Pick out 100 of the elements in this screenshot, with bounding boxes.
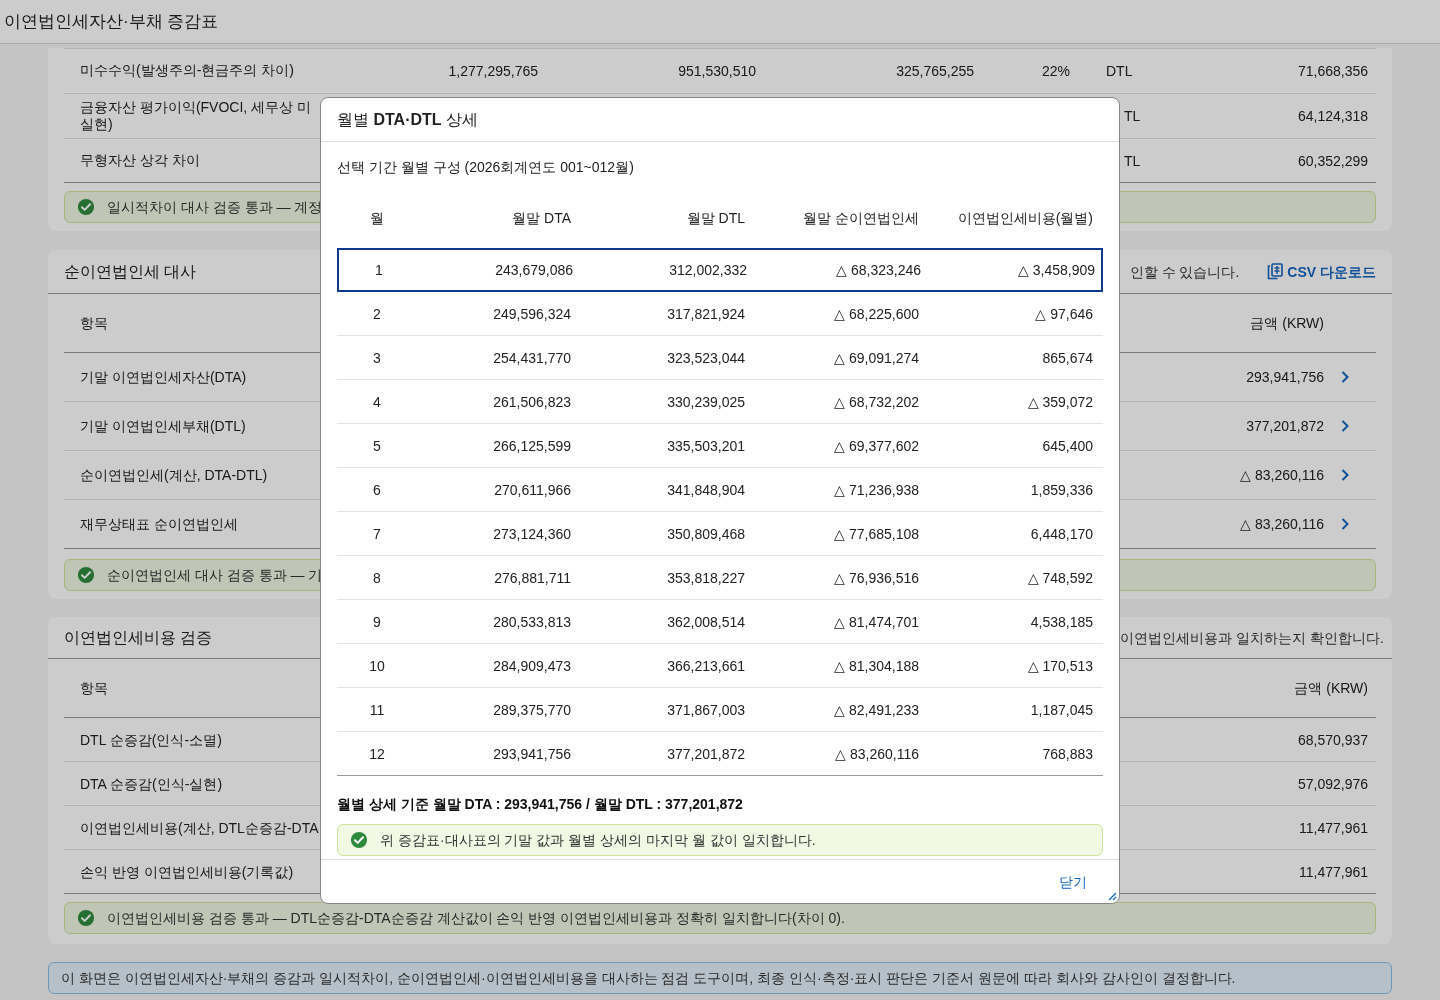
table-cell-text: △ 82,491,233 [833,700,920,720]
table-row[interactable]: 9 280,533,813 362,008,514 △ 81,474,701 4,538,185 [337,600,1103,644]
table-cell-text: 366,213,661 [666,656,746,676]
table-row[interactable]: 1 243,679,086 312,002,332 △ 68,323,246 △ 3,458,909 [337,248,1103,292]
table-cell: 71,668,356 [1297,63,1368,79]
table-cell-text: 57,092,976 [1297,774,1369,794]
table-row[interactable]: 8 276,881,711 353,818,227 △ 76,936,516 △ 748,592 [337,556,1103,600]
check-circle-icon [77,198,95,216]
table-cell-text: 3 [372,348,382,368]
table-cell-text: 261,506,823 [492,392,572,412]
table-cell-text: 순이연법인세(계산, DTA-DTL) [80,466,268,485]
section-note: 이연법인세비용과 일치하는지 확인합니다. [1120,628,1384,648]
table-cell-text: △ 68,732,202 [833,392,920,412]
table-row[interactable]: 4 261,506,823 330,239,025 △ 68,732,202 △ 359,072 [337,380,1103,424]
table-row[interactable]: 10 284,909,473 366,213,661 △ 81,304,188 △ 170,513 [337,644,1103,688]
table-cell-text: 377,201,872 [666,744,746,764]
table-cell-text: 4,538,185 [1029,612,1094,632]
check-circle-icon [350,831,368,849]
column-header: 금액 (KRW) [1250,314,1325,333]
table-cell-text: △ 170,513 [1026,656,1094,676]
table-cell: 22% [1041,63,1070,79]
table-cell-text: 무형자산 상각 차이 [79,151,201,170]
table-cell: TL [1124,152,1141,169]
table-row[interactable]: 3 254,431,770 323,523,044 △ 69,091,274 865,674 [337,336,1103,380]
table-cell-text: △ 77,685,108 [833,524,920,544]
table-cell-text: △ 81,304,188 [833,656,920,676]
table-cell-text: 289,375,770 [492,700,572,720]
table-cell-text: 기말 이연법인세자산(DTA) [80,368,247,387]
table-row[interactable]: 12 293,941,756 377,201,872 △ 83,260,116 768,883 [337,732,1103,776]
chevron-right-icon[interactable] [1340,370,1350,384]
table-cell-text: 4 [372,392,382,412]
table-cell-text: △ 83,260,116 [1240,466,1325,485]
column-header: 이연법인세비용(월별) [956,209,1094,228]
table-cell-text: 293,941,756 [492,744,572,764]
table-cell-text: 293,941,756 [1246,368,1325,387]
table-cell-text: 6 [372,480,382,500]
section-title: 이연법인세비용 검증 [64,627,213,648]
table-cell: 1,277,295,765 [448,63,538,79]
table-cell-text: 768,883 [1041,744,1094,764]
table-cell-text: 335,503,201 [666,436,746,456]
chevron-right-icon[interactable] [1340,517,1350,531]
resize-grip-icon[interactable] [1107,891,1117,901]
table-cell: 60,352,299 [1297,152,1368,169]
table-cell-text: DTL 순증감(인식-소멸) [79,730,222,750]
table-cell-text: 재무상태표 순이연법인세 [80,515,238,534]
chevron-right-icon[interactable] [1340,468,1350,482]
table-cell-text: 9 [372,612,382,632]
table-cell-text: 1 [374,261,384,280]
table-cell-text: 11,477,961 [1298,818,1369,838]
table-cell-text: 377,201,872 [1246,417,1325,436]
column-header: 월말 순이연법인세 [802,209,920,228]
banner-text: 이연법인세비용 검증 통과 — DTL순증감-DTA순증감 계산값이 손익 반영 이연법인세비용과 정확히 일치합니다(차이 0). [107,909,845,928]
table-row[interactable]: 11 289,375,770 371,867,003 △ 82,491,233 1,187,045 [337,688,1103,732]
table-cell-text: △ 83,260,116 [1240,515,1325,534]
table-cell-text: △ 69,091,274 [833,348,920,368]
csv-download-button[interactable]: CSV 다운로드 [1267,261,1376,282]
page-title: 이연법인세자산·부채 증감표 [4,10,219,33]
banner-text: 순이연법인세 대사 검증 통과 — 기 [107,566,323,585]
table-cell-text: △ 83,260,116 [834,744,920,764]
table-cell-text: 1,859,336 [1029,480,1094,500]
table-cell-text: △ 71,236,938 [833,480,920,500]
table-cell-text: 371,867,003 [666,700,746,720]
close-button[interactable]: 닫기 [1059,871,1087,892]
table-cell-text: 기말 이연법인세부채(DTL) [80,417,246,436]
column-header: 월말 DTL [685,209,746,228]
table-cell-text: 이연법인세비용(계산, DTL순증감-DTA [79,818,319,838]
table-cell-text: 249,596,324 [492,304,572,324]
table-cell-text: 8 [372,568,382,588]
table-cell-text: 5 [372,436,382,456]
table-cell-text: 323,523,044 [666,348,746,368]
section-title: 순이연법인세 대사 [64,261,197,282]
dialog-subtitle: 선택 기간 월별 구성 (2026회계연도 001~012월) [337,158,634,177]
chevron-right-icon[interactable] [1340,419,1350,433]
table-cell-text: △ 69,377,602 [833,436,920,456]
table-cell-text: 362,008,514 [666,612,746,632]
table-cell-text: △ 68,225,600 [833,304,920,324]
table-row[interactable]: 7 273,124,360 350,809,468 △ 77,685,108 6,448,170 [337,512,1103,556]
check-circle-icon [77,566,95,584]
table-cell-text: △ 748,592 [1026,568,1094,588]
table-cell-text: 손익 반영 이연법인세비용(기록값) [79,862,294,882]
table-cell-text: 미수수익(발생주의-현금주의 차이) [79,62,295,80]
table-cell-text: 330,239,025 [666,392,746,412]
table-cell-text: 243,679,086 [494,261,574,280]
table-cell-text: 865,674 [1041,348,1094,368]
table-cell: 325,765,255 [896,63,974,79]
check-circle-icon [77,909,95,927]
table-cell-text: DTA 순증감(인식-실현) [79,774,223,794]
dialog-summary: 월별 상세 기준 월말 DTA : 293,941,756 / 월말 DTL : 377,201,872 [337,795,743,814]
table-cell-text: 68,570,937 [1297,730,1369,750]
column-header: 금액 (KRW) [1294,679,1369,698]
table-cell-text: △ 76,936,516 [833,568,920,588]
table-row[interactable]: 6 270,611,966 341,848,904 △ 71,236,938 1,859,336 [337,468,1103,512]
table-cell-text: 11 [368,700,386,720]
column-header: 월말 DTA [511,209,572,228]
table-cell-text: 266,125,599 [492,436,572,456]
table-cell-text: 2 [372,304,382,324]
table-cell-text: 317,821,924 [666,304,746,324]
table-row[interactable]: 5 266,125,599 335,503,201 △ 69,377,602 645,400 [337,424,1103,468]
dialog-title: 월별 DTA·DTL 상세 [337,109,479,130]
table-row[interactable]: 2 249,596,324 317,821,924 △ 68,225,600 △ 97,646 [337,292,1103,336]
